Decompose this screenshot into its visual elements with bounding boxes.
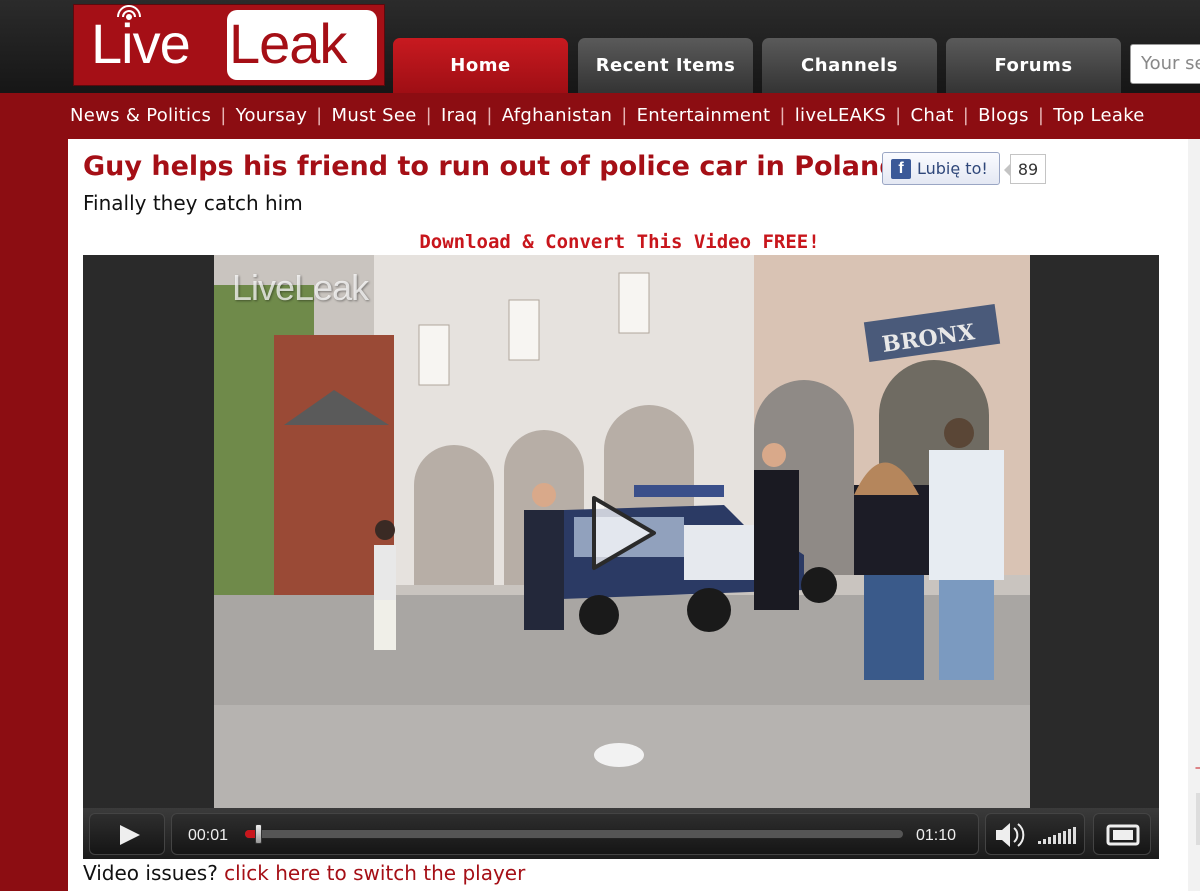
subnav-item-news-politics[interactable]: News & Politics bbox=[70, 105, 211, 126]
logo-leak-text: Leak bbox=[229, 12, 347, 75]
separator: | bbox=[1037, 105, 1045, 126]
category-nav: News & Politics | Yoursay | Must See | Iraq | Af… bbox=[0, 93, 1200, 139]
tab-recent-items-label: Recent Items bbox=[595, 54, 736, 76]
video-player[interactable]: BRONX LiveLeak 00:01 01:10 bbox=[83, 255, 1159, 859]
logo-live-text: Live bbox=[91, 12, 191, 75]
fullscreen-icon bbox=[1106, 824, 1140, 846]
play-icon bbox=[120, 825, 140, 845]
right-sidebar-fragment: ⁻ bbox=[1194, 760, 1200, 785]
player-controls: 00:01 01:10 bbox=[83, 808, 1159, 859]
tab-forums-label: Forums bbox=[994, 54, 1073, 76]
tab-channels[interactable]: Channels bbox=[762, 38, 937, 94]
subnav-item-liveleaks[interactable]: liveLEAKS bbox=[795, 105, 886, 126]
separator: | bbox=[962, 105, 970, 126]
separator: | bbox=[779, 105, 786, 126]
tab-channels-label: Channels bbox=[801, 54, 898, 76]
subnav-item-top-leaks[interactable]: Top Leake bbox=[1053, 105, 1144, 126]
video-frame[interactable]: BRONX LiveLeak bbox=[214, 255, 1030, 808]
video-watermark: LiveLeak bbox=[232, 267, 369, 308]
seek-handle[interactable] bbox=[255, 824, 263, 844]
duration: 01:10 bbox=[916, 827, 957, 844]
subnav-item-chat[interactable]: Chat bbox=[911, 105, 954, 126]
facebook-like-button[interactable]: f Lubię to! bbox=[882, 152, 1000, 185]
separator: | bbox=[220, 105, 227, 126]
separator: | bbox=[425, 105, 432, 126]
subnav-item-entertainment[interactable]: Entertainment bbox=[637, 105, 771, 126]
video-description: Finally they catch him bbox=[83, 191, 303, 215]
subnav-item-blogs[interactable]: Blogs bbox=[978, 105, 1029, 126]
subnav-item-afghanistan[interactable]: Afghanistan bbox=[502, 105, 612, 126]
search-input[interactable]: Your se bbox=[1130, 44, 1200, 84]
main-content: Guy helps his friend to run out of polic… bbox=[68, 139, 1188, 891]
video-issues-label: Video issues? bbox=[83, 861, 218, 885]
separator: | bbox=[486, 105, 493, 126]
seek-bar[interactable] bbox=[244, 824, 904, 844]
page-title: Guy helps his friend to run out of polic… bbox=[83, 151, 899, 182]
volume-control[interactable] bbox=[985, 813, 1085, 855]
separator: | bbox=[621, 105, 628, 126]
left-margin bbox=[0, 139, 68, 891]
liveleak-logo[interactable]: Live Leak bbox=[73, 4, 385, 86]
separator: | bbox=[316, 105, 323, 126]
separator: | bbox=[895, 105, 902, 126]
current-time: 00:01 bbox=[188, 827, 229, 844]
top-header: Live Leak Home Recent Items Channels For… bbox=[0, 0, 1200, 94]
tab-forums[interactable]: Forums bbox=[946, 38, 1121, 94]
seek-bar-container: 00:01 01:10 bbox=[171, 813, 979, 855]
tab-home[interactable]: Home bbox=[393, 38, 568, 94]
play-button[interactable] bbox=[89, 813, 165, 855]
right-sidebar-divider bbox=[1196, 793, 1200, 845]
volume-icon bbox=[996, 823, 1076, 847]
big-play-icon[interactable] bbox=[584, 493, 664, 573]
video-issues-text: Video issues? click here to switch the p… bbox=[83, 861, 525, 885]
subnav-item-iraq[interactable]: Iraq bbox=[441, 105, 477, 126]
switch-player-link[interactable]: click here to switch the player bbox=[224, 861, 525, 885]
like-count: 89 bbox=[1004, 154, 1046, 184]
fullscreen-button[interactable] bbox=[1093, 813, 1151, 855]
like-label: Lubię to! bbox=[917, 159, 988, 178]
tab-recent-items[interactable]: Recent Items bbox=[578, 38, 753, 94]
subnav-item-must-see[interactable]: Must See bbox=[332, 105, 417, 126]
download-convert-link[interactable]: Download & Convert This Video FREE! bbox=[68, 231, 1171, 253]
facebook-icon: f bbox=[891, 158, 911, 179]
subnav-item-yoursay[interactable]: Yoursay bbox=[236, 105, 308, 126]
tab-home-label: Home bbox=[450, 54, 511, 76]
